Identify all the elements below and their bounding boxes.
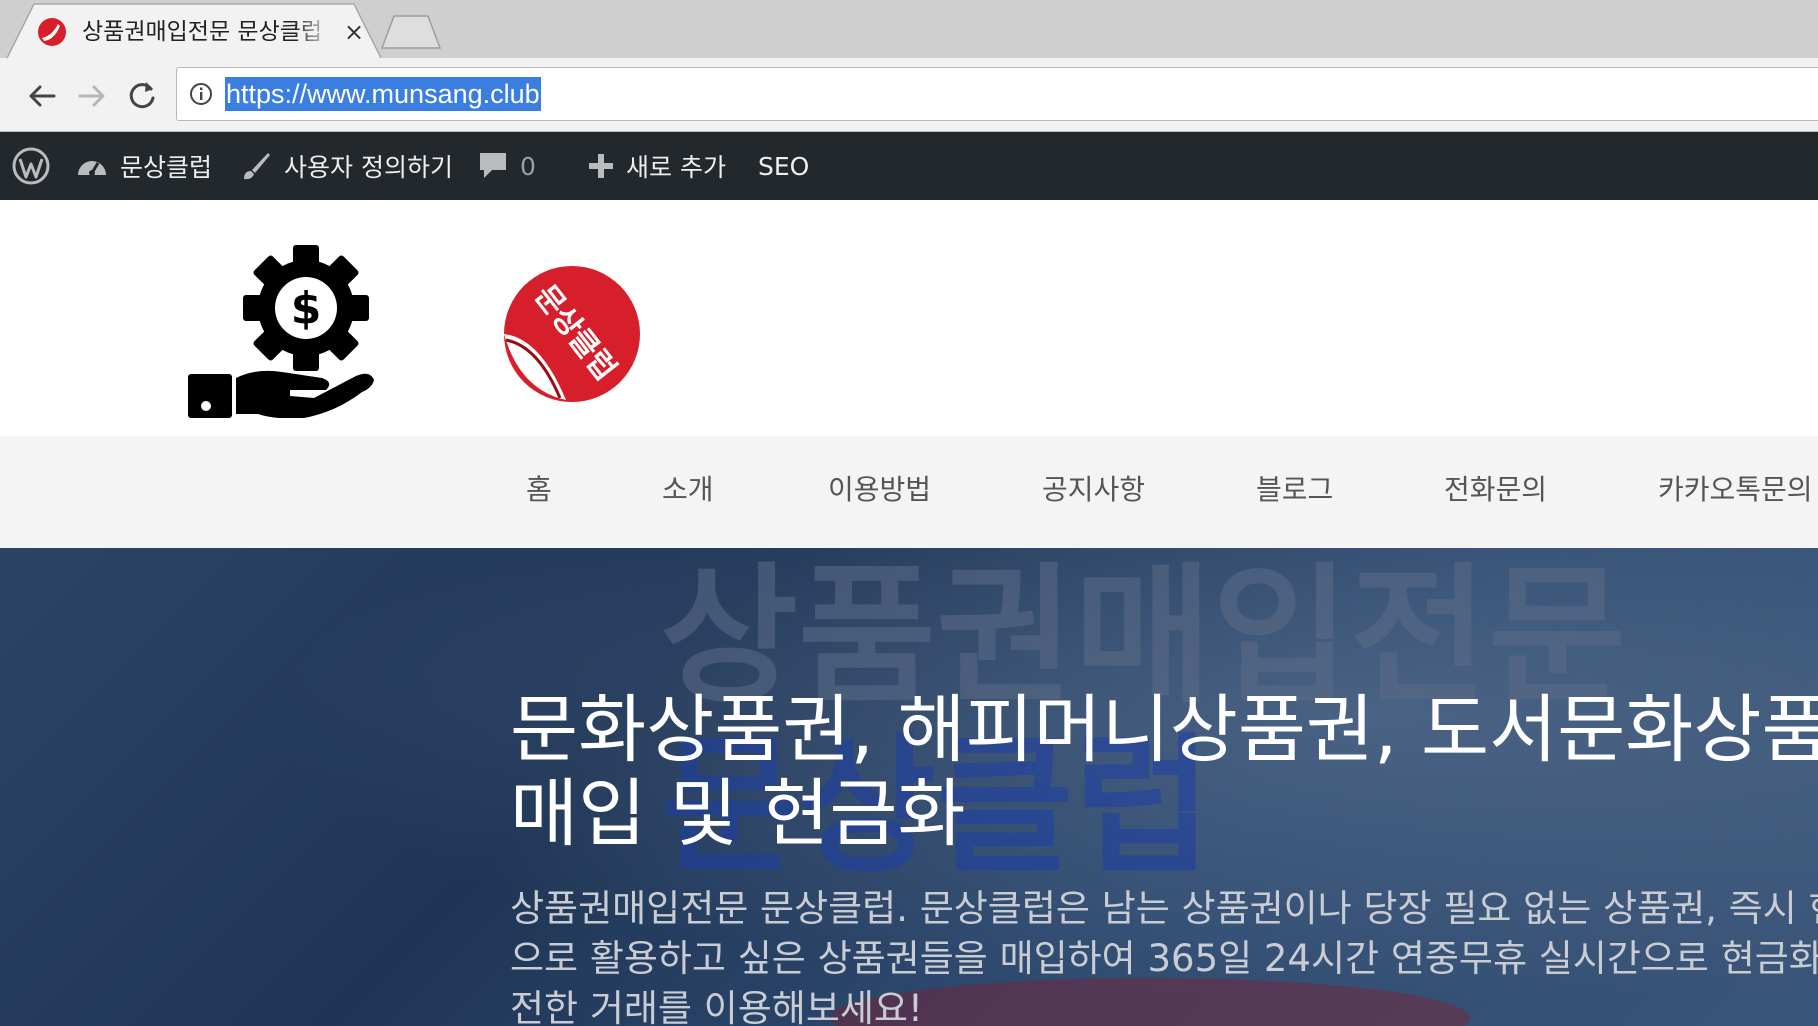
plus-icon [589,154,613,178]
menu-item-how-to-use[interactable]: 이용방법 [828,468,931,508]
menu-item-about[interactable]: 소개 [662,468,714,508]
seo-menu[interactable]: SEO [758,132,809,200]
hero-desc-line-3: 전한 거래를 이용해보세요! [510,987,923,1026]
seo-label: SEO [758,151,810,181]
svg-text:$: $ [291,283,322,334]
site-header: $ 문상클럽 [0,200,1818,436]
comments-menu[interactable]: 0 [478,132,536,200]
wp-logo-menu[interactable] [12,132,62,200]
main-navigation: 홈 소개 이용방법 공지사항 블로그 전화문의 카카오톡문의 [0,436,1818,548]
tab-title: 상품권매입전문 문상클럽 [82,19,323,45]
dashboard-icon [78,161,106,176]
menu-item-blog[interactable]: 블로그 [1256,468,1333,508]
address-bar[interactable]: https://www.munsang.club [176,67,1818,121]
menu-item-phone-inquiry[interactable]: 전화문의 [1444,468,1547,508]
browser-toolbar: https://www.munsang.club [0,58,1818,132]
new-tab-button[interactable] [380,12,444,52]
site-favicon-icon [38,18,66,46]
site-info-icon[interactable] [189,82,213,106]
forward-arrow-icon[interactable] [72,76,112,116]
address-url[interactable]: https://www.munsang.club [225,76,541,112]
hero-title: 문화상품권, 해피머니상품권, 도서문화상품권 매입 및 현금화 [510,688,1818,856]
hero-description: 상품권매입전문 문상클럽. 문상클럽은 남는 상품권이나 당장 필요 없는 상품… [510,884,1818,1026]
browser-tab[interactable]: 상품권매입전문 문상클럽 × [6,2,386,62]
wordpress-icon [12,147,50,185]
site-name-menu[interactable]: 문상클럽 [76,132,212,200]
hero-title-line-2: 매입 및 현금화 [510,771,966,857]
address-url-text[interactable]: https://www.munsang.club [225,77,541,111]
menu-item-kakaotalk-inquiry[interactable]: 카카오톡문의 [1658,468,1813,508]
hero-desc-line-2: 으로 활용하고 싶은 상품권들을 매입하여 365일 24시간 연중무휴 실시간… [510,937,1818,980]
new-content-label: 새로 추가 [626,153,726,182]
menu-item-home[interactable]: 홈 [526,468,552,508]
hero-banner: 상품권매입전문 문상클럽 문화상품권, 해피머니상품권, 도서문화상품권 매입 … [0,548,1818,1026]
back-arrow-icon[interactable] [22,76,62,116]
tab-close-icon[interactable]: × [340,16,368,48]
paintbrush-icon [244,153,270,180]
hero-desc-line-1: 상품권매입전문 문상클럽. 문상클럽은 남는 상품권이나 당장 필요 없는 상품… [510,887,1818,930]
site-name-label: 문상클럽 [120,153,213,182]
hand-gear-dollar-icon[interactable]: $ [186,222,376,418]
hero-title-line-1: 문화상품권, 해피머니상품권, 도서문화상품권 [510,687,1818,773]
menu-item-notice[interactable]: 공지사항 [1042,468,1145,508]
reload-icon[interactable] [122,76,162,116]
comment-bubble-icon [480,153,506,178]
customize-label: 사용자 정의하기 [284,153,453,182]
new-content-menu[interactable]: 새로 추가 [588,132,726,200]
browser-tab-strip: 상품권매입전문 문상클럽 × [0,0,1818,61]
comments-count: 0 [520,151,536,181]
customize-menu[interactable]: 사용자 정의하기 [240,132,453,200]
wp-admin-bar: 문상클럽 사용자 정의하기 0 새로 추가 SEO [0,132,1818,200]
munsang-club-sticker-logo[interactable]: 문상클럽 [500,250,640,408]
